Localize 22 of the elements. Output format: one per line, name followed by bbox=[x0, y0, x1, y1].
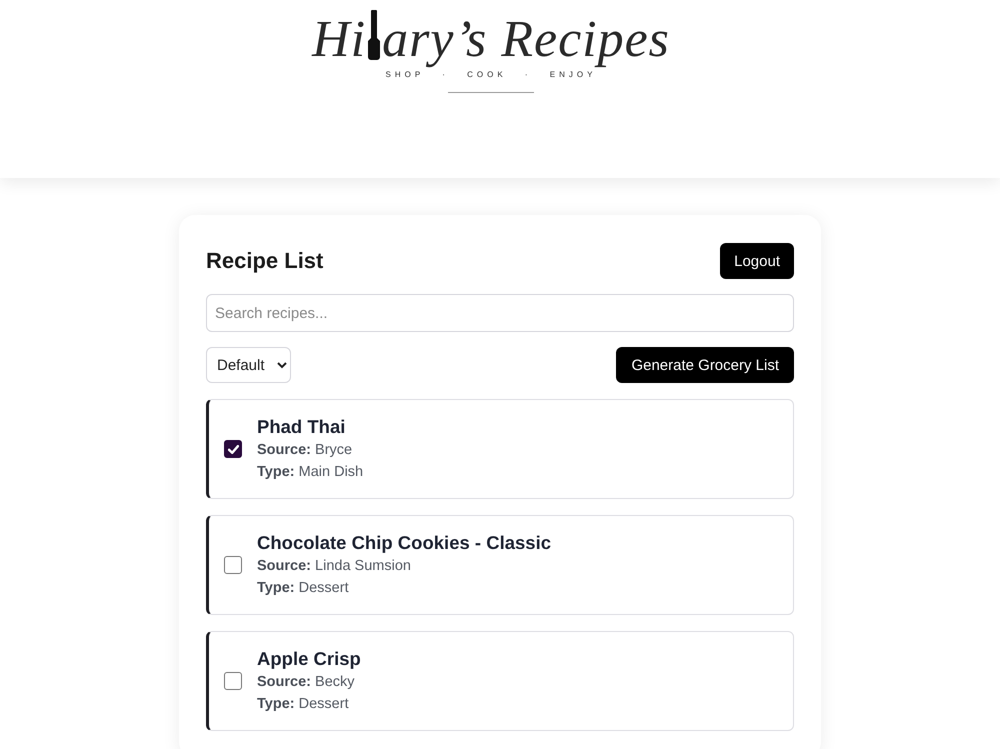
recipe-type: Type: Dessert bbox=[257, 579, 350, 598]
recipe-source: Source: Becky bbox=[257, 673, 356, 692]
search-field[interactable]: Search recipes... bbox=[206, 294, 794, 332]
generate-grocery-list-button[interactable]: Generate Grocery List bbox=[616, 347, 794, 383]
recipe-name: Phad Thai bbox=[257, 415, 346, 439]
recipe-source: Source: Bryce bbox=[257, 441, 354, 460]
logo-title-end: ary’s Recipes bbox=[382, 12, 670, 68]
recipe-type: Type: Main Dish bbox=[257, 463, 364, 482]
checkmark-icon bbox=[228, 444, 238, 454]
recipe-name: Chocolate Chip Cookies - Classic bbox=[257, 531, 552, 555]
recipe-checkbox[interactable] bbox=[224, 556, 242, 574]
recipe-type: Type: Dessert bbox=[257, 695, 350, 714]
sort-select[interactable]: Default bbox=[206, 347, 291, 383]
recipe-name: Apple Crisp bbox=[257, 647, 361, 671]
page-title: Recipe List bbox=[206, 248, 324, 274]
spatula-icon bbox=[367, 10, 382, 60]
recipe-checkbox[interactable] bbox=[224, 672, 242, 690]
logo-tagline: SHOP · COOK · ENJOY bbox=[386, 70, 596, 80]
recipe-checkbox[interactable] bbox=[224, 440, 242, 458]
logout-button[interactable]: Logout bbox=[720, 243, 794, 279]
logo-title-start: Hi bbox=[312, 12, 366, 68]
recipe-source: Source: Linda Sumsion bbox=[257, 557, 412, 576]
